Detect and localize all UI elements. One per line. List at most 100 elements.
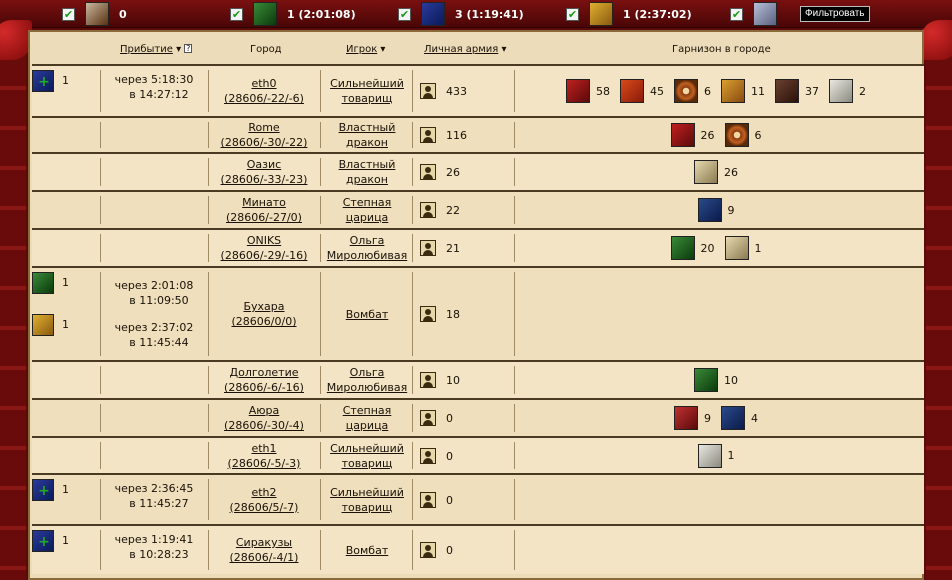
city-name[interactable]: Оазис xyxy=(210,157,318,172)
filter-checkbox-2[interactable]: ✔ xyxy=(398,7,411,21)
filter-checkbox-4[interactable]: ✔ xyxy=(730,7,743,21)
city-name[interactable]: eth0 xyxy=(210,76,318,91)
horse-icon[interactable] xyxy=(775,79,799,103)
city-name[interactable]: Аюра xyxy=(210,403,318,418)
player-name[interactable]: Ольга xyxy=(322,233,412,248)
army-icon[interactable] xyxy=(420,491,436,508)
city-link[interactable]: Бухара (28606/0/0) xyxy=(210,299,318,329)
city-coords[interactable]: (28606/-27/0) xyxy=(210,210,318,225)
army-icon[interactable] xyxy=(420,447,436,464)
arrow-icon[interactable] xyxy=(721,406,745,430)
helmet-icon[interactable] xyxy=(674,406,698,430)
header-arrival[interactable]: Прибытие ▾ ? xyxy=(120,44,193,55)
army-icon[interactable] xyxy=(420,410,436,426)
filter-checkbox-1[interactable]: ✔ xyxy=(230,7,243,21)
boot-icon[interactable] xyxy=(566,79,590,103)
city-link[interactable]: Долголетие (28606/-6/-16) xyxy=(210,365,318,395)
player-link[interactable]: Властный дракон xyxy=(322,120,412,150)
player-link[interactable]: Ольга Миролюбивая xyxy=(322,365,412,395)
player-name-line2[interactable]: царица xyxy=(322,210,412,225)
spear-icon[interactable] xyxy=(724,236,749,260)
city-name[interactable]: Бухара xyxy=(210,299,318,314)
army-icon[interactable] xyxy=(420,542,436,558)
city-link[interactable]: Аюра (28606/-30/-4) xyxy=(210,403,318,433)
city-coords[interactable]: (28606/-4/1) xyxy=(210,550,318,565)
player-link[interactable]: Сильнейший товарищ xyxy=(322,76,412,106)
army-icon[interactable] xyxy=(420,127,436,143)
city-link[interactable]: Rome (28606/-30/-22) xyxy=(210,120,318,150)
filter-checkbox-0[interactable]: ✔ xyxy=(62,7,75,21)
city-coords[interactable]: (28606/-6/-16) xyxy=(210,380,318,395)
wheel-icon[interactable] xyxy=(674,79,698,103)
player-name[interactable]: Сильнейший xyxy=(322,485,412,500)
army-icon[interactable] xyxy=(420,83,436,99)
city-coords[interactable]: (28606/0/0) xyxy=(210,314,318,329)
arrow-icon[interactable] xyxy=(697,198,722,222)
spear-icon[interactable] xyxy=(694,160,718,184)
filter-checkbox-3[interactable]: ✔ xyxy=(566,7,579,21)
city-name[interactable]: eth2 xyxy=(210,485,318,500)
boot-icon[interactable] xyxy=(670,123,695,147)
player-name-line2[interactable]: дракон xyxy=(322,172,412,187)
player-name[interactable]: Сильнейший xyxy=(322,441,412,456)
army-icon[interactable] xyxy=(420,164,436,180)
city-link[interactable]: Сиракузы (28606/-4/1) xyxy=(210,535,318,565)
player-name[interactable]: Сильнейший xyxy=(322,76,412,91)
player-link[interactable]: Степная царица xyxy=(322,403,412,433)
army-icon[interactable] xyxy=(420,240,436,256)
pitchfork-icon[interactable] xyxy=(620,79,644,103)
shovel-icon[interactable] xyxy=(829,79,853,103)
player-name-line2[interactable]: товарищ xyxy=(322,500,412,515)
city-link[interactable]: eth2 (28606/5/-7) xyxy=(210,485,318,515)
city-link[interactable]: Минато (28606/-27/0) xyxy=(210,195,318,225)
wheel-icon[interactable] xyxy=(724,123,749,147)
city-coords[interactable]: (28606/-5/-3) xyxy=(210,456,318,471)
player-link[interactable]: Вомбат xyxy=(322,543,412,558)
player-name[interactable]: Вомбат xyxy=(322,543,412,558)
city-name[interactable]: Минато xyxy=(210,195,318,210)
city-link[interactable]: ONIKS (28606/-29/-16) xyxy=(210,233,318,263)
filter-button[interactable]: Фильтровать xyxy=(800,6,870,22)
header-army[interactable]: Личная армия ▾ xyxy=(424,44,507,55)
player-name-line2[interactable]: Миролюбивая xyxy=(322,380,412,395)
city-name[interactable]: Rome xyxy=(210,120,318,135)
city-coords[interactable]: (28606/-22/-6) xyxy=(210,91,318,106)
player-link[interactable]: Степная царица xyxy=(322,195,412,225)
player-link[interactable]: Ольга Миролюбивая xyxy=(322,233,412,263)
player-link[interactable]: Властный дракон xyxy=(322,157,412,187)
city-link[interactable]: eth0 (28606/-22/-6) xyxy=(210,76,318,106)
city-coords[interactable]: (28606/-29/-16) xyxy=(210,248,318,263)
city-name[interactable]: ONIKS xyxy=(210,233,318,248)
sword-icon[interactable] xyxy=(670,236,695,260)
army-icon[interactable] xyxy=(420,372,436,388)
army-icon[interactable] xyxy=(420,202,436,218)
player-name-line2[interactable]: товарищ xyxy=(322,91,412,106)
city-coords[interactable]: (28606/-33/-23) xyxy=(210,172,318,187)
city-name[interactable]: eth1 xyxy=(210,441,318,456)
city-coords[interactable]: (28606/5/-7) xyxy=(210,500,318,515)
scroll-icon[interactable] xyxy=(721,79,745,103)
player-name[interactable]: Вомбат xyxy=(322,307,412,322)
city-link[interactable]: Оазис (28606/-33/-23) xyxy=(210,157,318,187)
player-name[interactable]: Степная xyxy=(322,403,412,418)
shovel-icon[interactable] xyxy=(697,443,722,468)
player-link[interactable]: Сильнейший товарищ xyxy=(322,441,412,471)
player-name[interactable]: Властный xyxy=(322,157,412,172)
player-name-line2[interactable]: царица xyxy=(322,418,412,433)
player-name-line2[interactable]: дракон xyxy=(322,135,412,150)
city-coords[interactable]: (28606/-30/-22) xyxy=(210,135,318,150)
city-name[interactable]: Долголетие xyxy=(210,365,318,380)
player-name[interactable]: Ольга xyxy=(322,365,412,380)
army-icon[interactable] xyxy=(420,306,436,322)
player-name[interactable]: Властный xyxy=(322,120,412,135)
player-name-line2[interactable]: товарищ xyxy=(322,456,412,471)
header-player[interactable]: Игрок ▾ xyxy=(346,44,385,55)
city-name[interactable]: Сиракузы xyxy=(210,535,318,550)
city-coords[interactable]: (28606/-30/-4) xyxy=(210,418,318,433)
player-name-line2[interactable]: Миролюбивая xyxy=(322,248,412,263)
sword-icon[interactable] xyxy=(694,368,718,392)
city-link[interactable]: eth1 (28606/-5/-3) xyxy=(210,441,318,471)
help-icon[interactable]: ? xyxy=(184,44,193,53)
player-link[interactable]: Сильнейший товарищ xyxy=(322,485,412,515)
player-name[interactable]: Степная xyxy=(322,195,412,210)
